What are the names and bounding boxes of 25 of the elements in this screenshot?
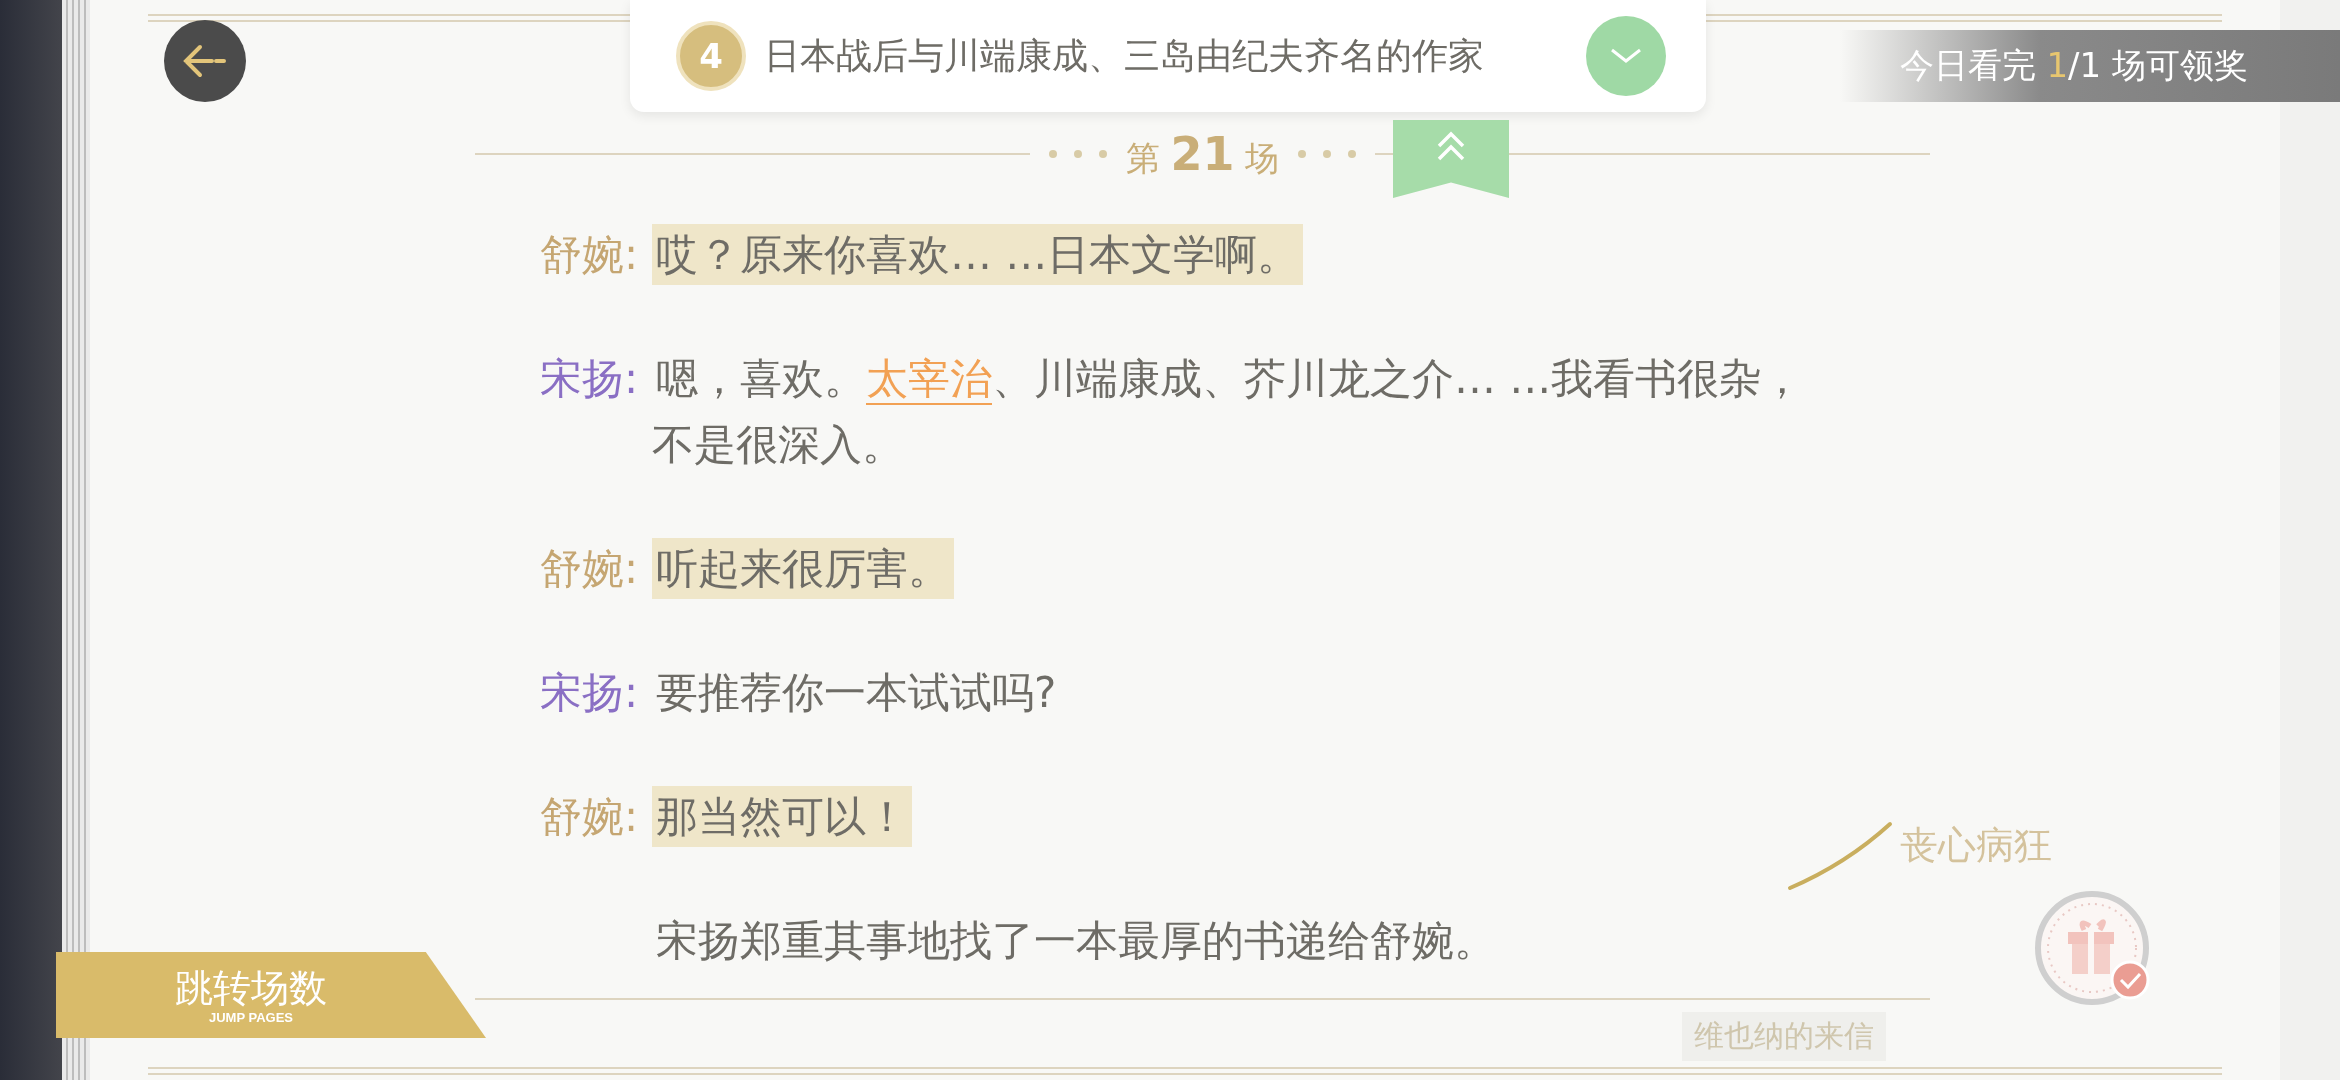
scene-number: 第 21 场 (1125, 126, 1280, 182)
gift-icon (2034, 890, 2150, 1006)
speaker-name: 舒婉: (540, 543, 640, 595)
dialogue-text: 宋扬郑重其事地找了一本最厚的书递给舒婉。 (655, 915, 1497, 967)
quest-text: 日本战后与川端康成、三岛由纪夫齐名的作家 (764, 33, 1485, 78)
dots-ornament (1047, 149, 1108, 159)
dots-ornament (1297, 149, 1358, 159)
dialogue-text: 嗯，喜欢。太宰治、川端康成、芥川龙之介… …我看书很杂，不是很深入。 (652, 353, 1804, 471)
jump-scene-button[interactable]: 跳转场数 JUMP PAGES (56, 952, 486, 1038)
dialogue-text: 听起来很厉害。 (652, 538, 954, 599)
reward-text: 今日看完 1/1 场可领奖 (1899, 44, 2248, 87)
bookmark-tab[interactable] (1393, 120, 1509, 198)
speaker-name: 宋扬: (540, 353, 640, 405)
speaker-name: 舒婉: (540, 229, 640, 281)
speaker-name: 宋扬: (540, 667, 640, 719)
keyword-link[interactable]: 太宰治 (866, 354, 992, 405)
dialogue-text: 那当然可以！ (652, 786, 912, 847)
annotation-text: 丧心病狂 (1900, 822, 2052, 869)
quest-number-badge: 4 (676, 21, 746, 91)
story-title-tag: 维也纳的来信 (1682, 1012, 1886, 1061)
gift-reward-button[interactable] (2034, 890, 2150, 1006)
speaker-name: 舒婉: (540, 791, 640, 843)
dialogue-text: 要推荐你一本试试吗? (655, 667, 1058, 719)
dialogue-text: 哎？原来你喜欢… …日本文学啊。 (652, 224, 1304, 285)
back-arrow-icon (182, 43, 228, 79)
